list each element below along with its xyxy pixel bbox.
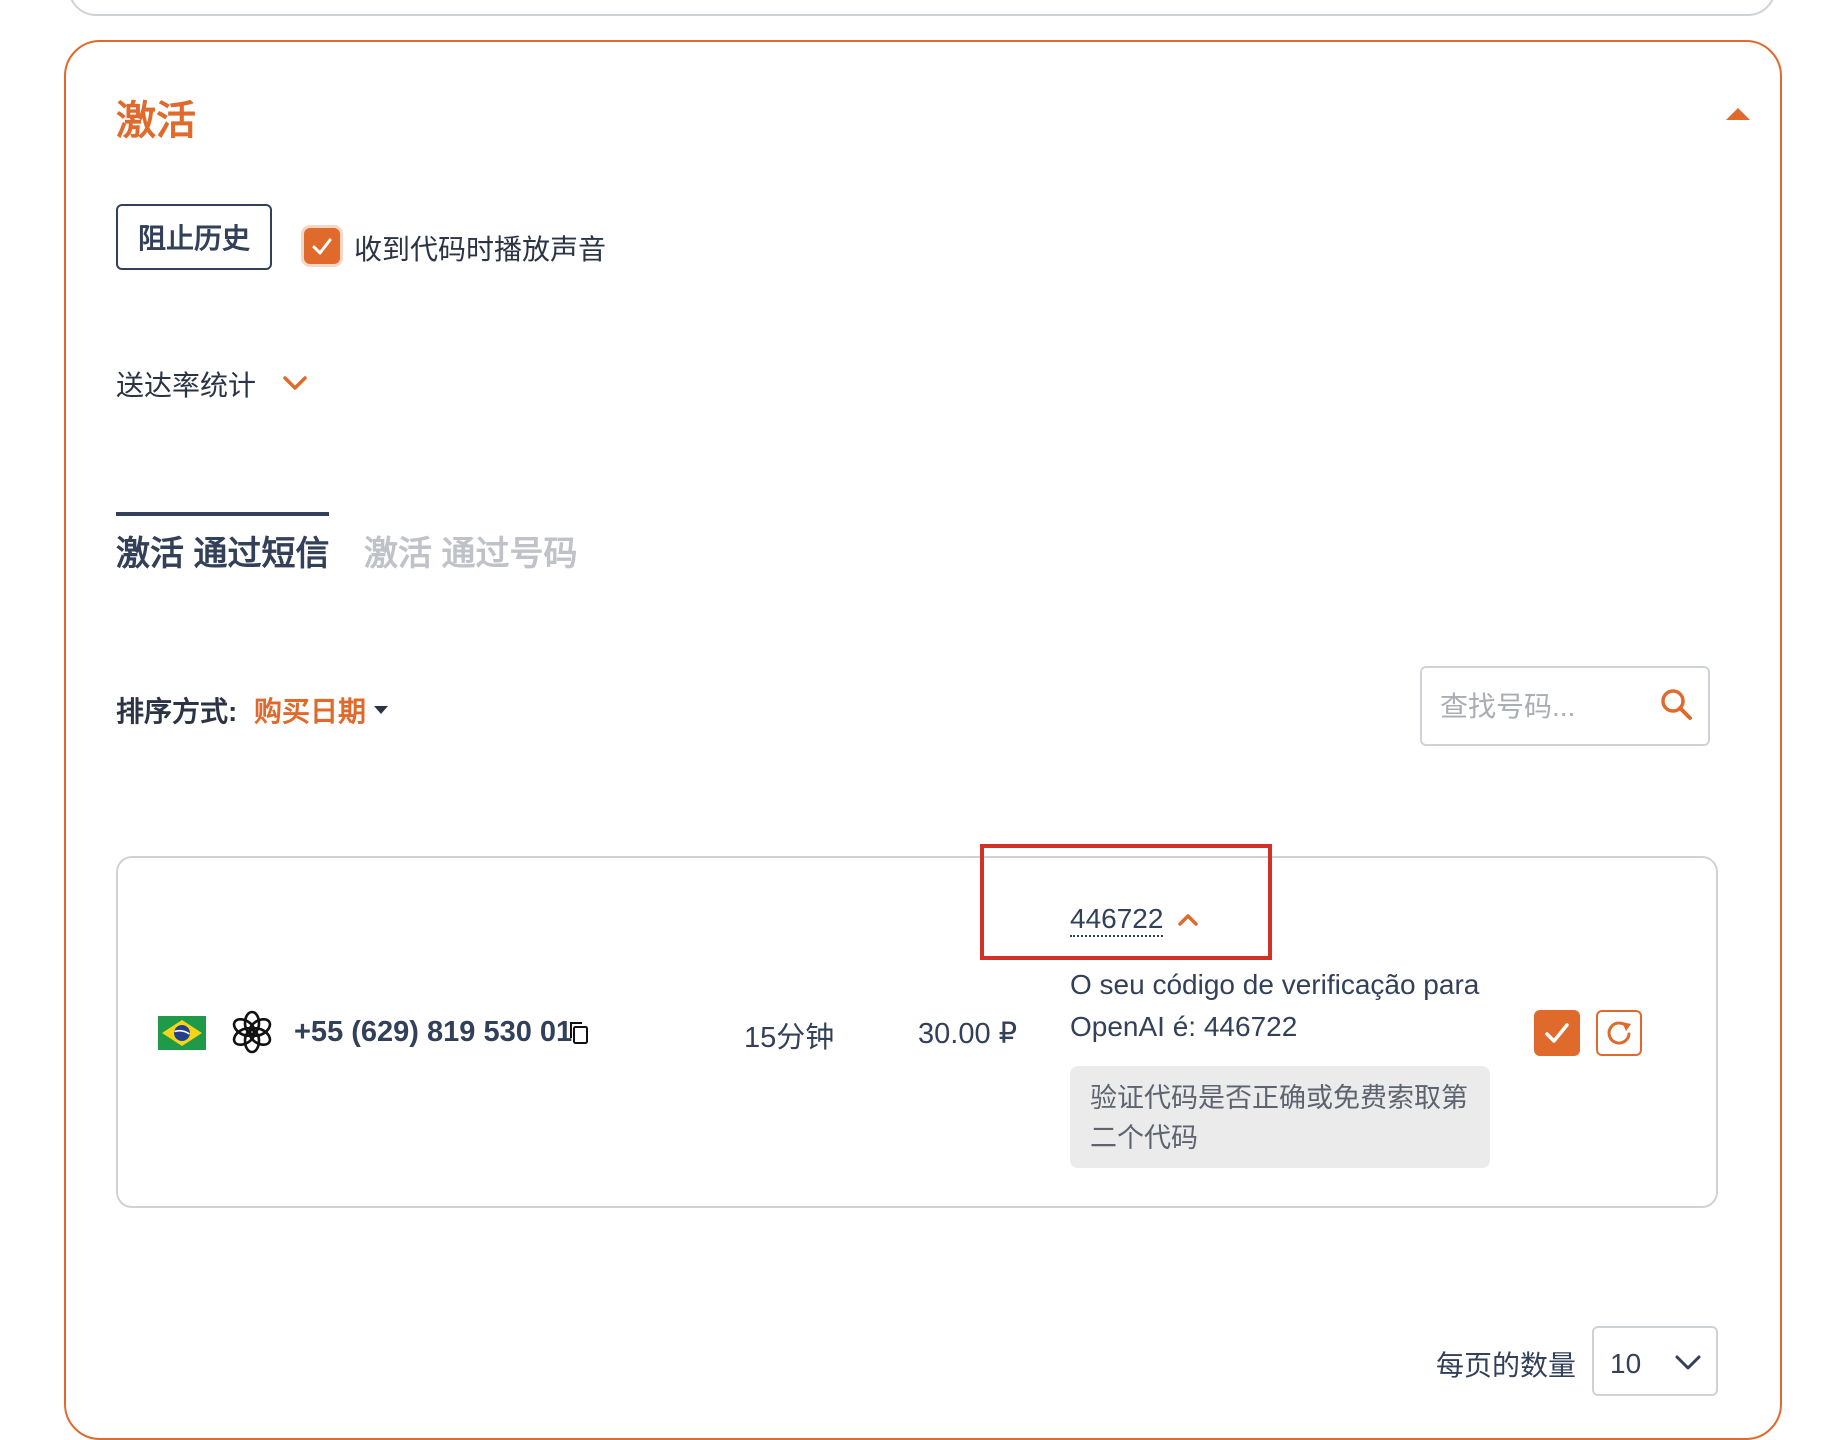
openai-icon (232, 1010, 272, 1054)
code-highlight-box (980, 844, 1272, 960)
checkmark-icon (312, 238, 332, 255)
per-page-select[interactable]: 10 (1592, 1326, 1718, 1396)
caret-down-icon[interactable] (374, 703, 388, 714)
search-icon[interactable] (1658, 686, 1696, 724)
previous-card (68, 0, 1776, 16)
tab-activation-sms[interactable]: 激活 通过短信 (116, 512, 330, 575)
brazil-flag-icon (158, 1016, 206, 1050)
sound-checkbox-label: 收到代码时播放声音 (354, 234, 607, 265)
confirm-button[interactable] (1534, 1010, 1580, 1056)
refresh-icon (1607, 1021, 1631, 1045)
duration-label: 15分钟 (744, 1022, 835, 1054)
delivery-stats-toggle[interactable]: 送达率统计 (116, 364, 256, 404)
verify-code-hint[interactable]: 验证代码是否正确或免费索取第二个代码 (1070, 1066, 1490, 1168)
sms-message: O seu código de verificação para OpenAI … (1070, 969, 1480, 1042)
per-page-label: 每页的数量 (1436, 1350, 1577, 1381)
chevron-down-icon (1675, 1355, 1701, 1370)
chevron-down-icon[interactable] (280, 372, 310, 394)
tab-activation-number[interactable]: 激活 通过号码 (364, 526, 577, 575)
copy-icon[interactable] (568, 1020, 590, 1046)
price-label: 30.00 ₽ (918, 1018, 1018, 1050)
request-another-code-button[interactable] (1596, 1010, 1642, 1056)
sort-label: 排序方式: (116, 696, 238, 727)
checkmark-icon (1545, 1023, 1569, 1043)
panel-title: 激活 (116, 99, 196, 143)
caret-up-icon (1726, 108, 1750, 120)
sort-dropdown[interactable]: 购买日期 (254, 690, 366, 730)
search-box (1420, 666, 1710, 746)
per-page-value: 10 (1610, 1348, 1642, 1379)
collapse-panel-button[interactable] (1718, 100, 1758, 130)
search-input[interactable] (1438, 686, 1642, 728)
sound-checkbox[interactable] (304, 228, 340, 264)
block-history-button[interactable]: 阻止历史 (116, 204, 272, 270)
phone-number: +55 (629) 819 530 01 (294, 1016, 573, 1048)
